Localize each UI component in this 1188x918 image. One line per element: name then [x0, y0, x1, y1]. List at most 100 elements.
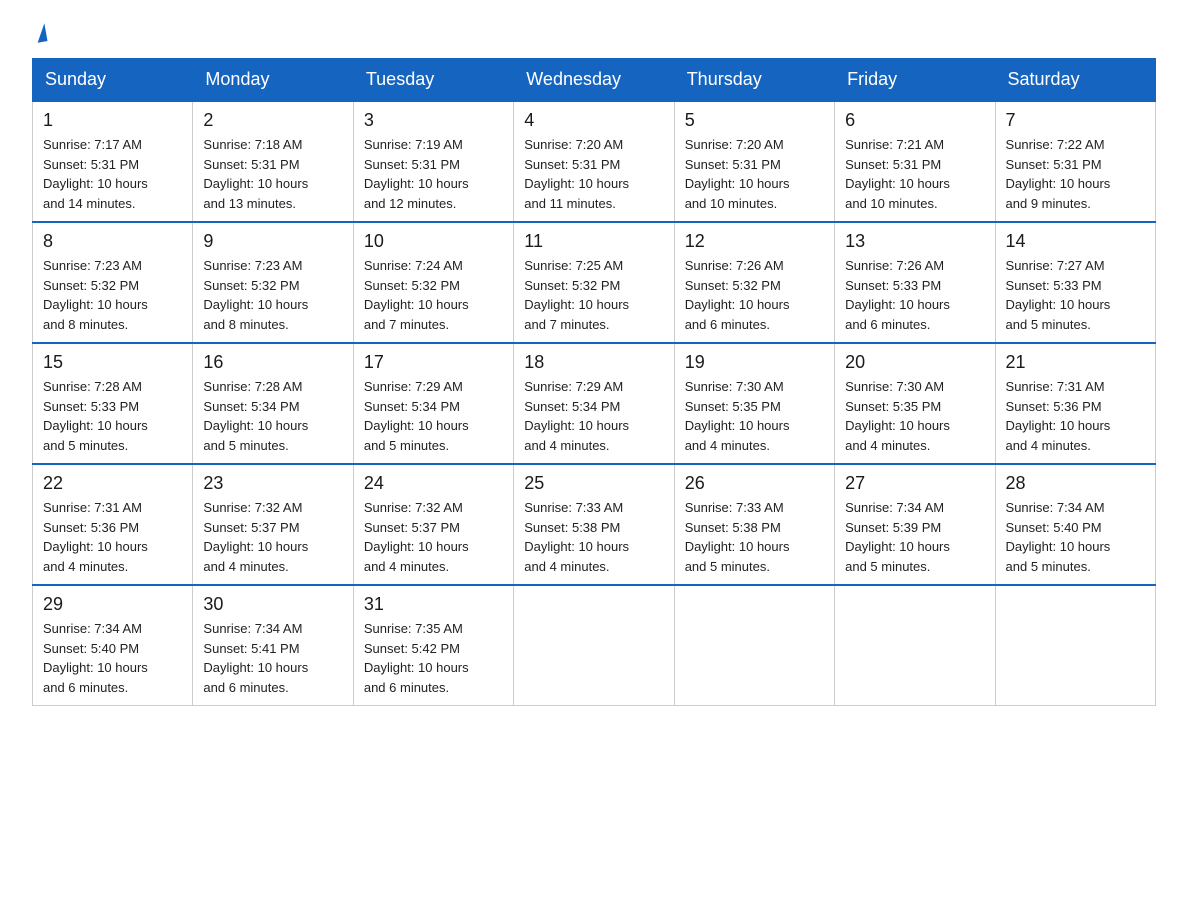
day-number: 8: [43, 231, 182, 252]
day-info: Sunrise: 7:34 AM Sunset: 5:41 PM Dayligh…: [203, 619, 342, 697]
day-number: 3: [364, 110, 503, 131]
day-info: Sunrise: 7:21 AM Sunset: 5:31 PM Dayligh…: [845, 135, 984, 213]
day-number: 28: [1006, 473, 1145, 494]
day-info: Sunrise: 7:17 AM Sunset: 5:31 PM Dayligh…: [43, 135, 182, 213]
weekday-header-saturday: Saturday: [995, 59, 1155, 102]
day-info: Sunrise: 7:30 AM Sunset: 5:35 PM Dayligh…: [845, 377, 984, 455]
day-info: Sunrise: 7:34 AM Sunset: 5:40 PM Dayligh…: [1006, 498, 1145, 576]
day-number: 29: [43, 594, 182, 615]
calendar-week-row: 22 Sunrise: 7:31 AM Sunset: 5:36 PM Dayl…: [33, 464, 1156, 585]
weekday-header-sunday: Sunday: [33, 59, 193, 102]
day-number: 30: [203, 594, 342, 615]
day-info: Sunrise: 7:23 AM Sunset: 5:32 PM Dayligh…: [43, 256, 182, 334]
calendar-cell: 30 Sunrise: 7:34 AM Sunset: 5:41 PM Dayl…: [193, 585, 353, 706]
day-info: Sunrise: 7:32 AM Sunset: 5:37 PM Dayligh…: [364, 498, 503, 576]
weekday-header-thursday: Thursday: [674, 59, 834, 102]
day-info: Sunrise: 7:28 AM Sunset: 5:34 PM Dayligh…: [203, 377, 342, 455]
calendar-cell: 6 Sunrise: 7:21 AM Sunset: 5:31 PM Dayli…: [835, 101, 995, 222]
day-info: Sunrise: 7:31 AM Sunset: 5:36 PM Dayligh…: [1006, 377, 1145, 455]
day-info: Sunrise: 7:31 AM Sunset: 5:36 PM Dayligh…: [43, 498, 182, 576]
day-info: Sunrise: 7:25 AM Sunset: 5:32 PM Dayligh…: [524, 256, 663, 334]
day-number: 2: [203, 110, 342, 131]
day-info: Sunrise: 7:28 AM Sunset: 5:33 PM Dayligh…: [43, 377, 182, 455]
calendar-cell: 23 Sunrise: 7:32 AM Sunset: 5:37 PM Dayl…: [193, 464, 353, 585]
calendar-cell: 20 Sunrise: 7:30 AM Sunset: 5:35 PM Dayl…: [835, 343, 995, 464]
calendar-cell: 13 Sunrise: 7:26 AM Sunset: 5:33 PM Dayl…: [835, 222, 995, 343]
calendar-cell: 5 Sunrise: 7:20 AM Sunset: 5:31 PM Dayli…: [674, 101, 834, 222]
weekday-header-monday: Monday: [193, 59, 353, 102]
day-info: Sunrise: 7:34 AM Sunset: 5:40 PM Dayligh…: [43, 619, 182, 697]
day-number: 21: [1006, 352, 1145, 373]
day-number: 25: [524, 473, 663, 494]
day-info: Sunrise: 7:34 AM Sunset: 5:39 PM Dayligh…: [845, 498, 984, 576]
calendar-cell: 4 Sunrise: 7:20 AM Sunset: 5:31 PM Dayli…: [514, 101, 674, 222]
day-info: Sunrise: 7:24 AM Sunset: 5:32 PM Dayligh…: [364, 256, 503, 334]
day-info: Sunrise: 7:23 AM Sunset: 5:32 PM Dayligh…: [203, 256, 342, 334]
day-info: Sunrise: 7:33 AM Sunset: 5:38 PM Dayligh…: [685, 498, 824, 576]
calendar-cell: 15 Sunrise: 7:28 AM Sunset: 5:33 PM Dayl…: [33, 343, 193, 464]
day-number: 14: [1006, 231, 1145, 252]
weekday-header-row: SundayMondayTuesdayWednesdayThursdayFrid…: [33, 59, 1156, 102]
calendar-cell: 22 Sunrise: 7:31 AM Sunset: 5:36 PM Dayl…: [33, 464, 193, 585]
logo: [32, 24, 46, 42]
calendar-cell: 19 Sunrise: 7:30 AM Sunset: 5:35 PM Dayl…: [674, 343, 834, 464]
calendar-cell: 1 Sunrise: 7:17 AM Sunset: 5:31 PM Dayli…: [33, 101, 193, 222]
calendar-cell: 18 Sunrise: 7:29 AM Sunset: 5:34 PM Dayl…: [514, 343, 674, 464]
calendar-cell: 28 Sunrise: 7:34 AM Sunset: 5:40 PM Dayl…: [995, 464, 1155, 585]
calendar-cell: 25 Sunrise: 7:33 AM Sunset: 5:38 PM Dayl…: [514, 464, 674, 585]
calendar-cell: 7 Sunrise: 7:22 AM Sunset: 5:31 PM Dayli…: [995, 101, 1155, 222]
calendar-cell: 14 Sunrise: 7:27 AM Sunset: 5:33 PM Dayl…: [995, 222, 1155, 343]
calendar-cell: 11 Sunrise: 7:25 AM Sunset: 5:32 PM Dayl…: [514, 222, 674, 343]
day-info: Sunrise: 7:29 AM Sunset: 5:34 PM Dayligh…: [364, 377, 503, 455]
day-number: 10: [364, 231, 503, 252]
day-number: 23: [203, 473, 342, 494]
weekday-header-tuesday: Tuesday: [353, 59, 513, 102]
day-number: 16: [203, 352, 342, 373]
calendar-week-row: 15 Sunrise: 7:28 AM Sunset: 5:33 PM Dayl…: [33, 343, 1156, 464]
day-number: 17: [364, 352, 503, 373]
calendar-cell: 31 Sunrise: 7:35 AM Sunset: 5:42 PM Dayl…: [353, 585, 513, 706]
calendar-cell: 16 Sunrise: 7:28 AM Sunset: 5:34 PM Dayl…: [193, 343, 353, 464]
calendar-cell: 2 Sunrise: 7:18 AM Sunset: 5:31 PM Dayli…: [193, 101, 353, 222]
day-number: 13: [845, 231, 984, 252]
day-info: Sunrise: 7:22 AM Sunset: 5:31 PM Dayligh…: [1006, 135, 1145, 213]
day-number: 20: [845, 352, 984, 373]
day-info: Sunrise: 7:19 AM Sunset: 5:31 PM Dayligh…: [364, 135, 503, 213]
day-number: 15: [43, 352, 182, 373]
calendar-cell: 26 Sunrise: 7:33 AM Sunset: 5:38 PM Dayl…: [674, 464, 834, 585]
day-info: Sunrise: 7:26 AM Sunset: 5:32 PM Dayligh…: [685, 256, 824, 334]
day-info: Sunrise: 7:18 AM Sunset: 5:31 PM Dayligh…: [203, 135, 342, 213]
calendar-cell: 24 Sunrise: 7:32 AM Sunset: 5:37 PM Dayl…: [353, 464, 513, 585]
calendar-cell: 29 Sunrise: 7:34 AM Sunset: 5:40 PM Dayl…: [33, 585, 193, 706]
day-info: Sunrise: 7:35 AM Sunset: 5:42 PM Dayligh…: [364, 619, 503, 697]
calendar-cell: [514, 585, 674, 706]
calendar-cell: 3 Sunrise: 7:19 AM Sunset: 5:31 PM Dayli…: [353, 101, 513, 222]
day-number: 1: [43, 110, 182, 131]
calendar-cell: 9 Sunrise: 7:23 AM Sunset: 5:32 PM Dayli…: [193, 222, 353, 343]
day-info: Sunrise: 7:26 AM Sunset: 5:33 PM Dayligh…: [845, 256, 984, 334]
day-info: Sunrise: 7:20 AM Sunset: 5:31 PM Dayligh…: [685, 135, 824, 213]
calendar-cell: 27 Sunrise: 7:34 AM Sunset: 5:39 PM Dayl…: [835, 464, 995, 585]
calendar-cell: 21 Sunrise: 7:31 AM Sunset: 5:36 PM Dayl…: [995, 343, 1155, 464]
day-number: 11: [524, 231, 663, 252]
day-number: 18: [524, 352, 663, 373]
calendar-week-row: 1 Sunrise: 7:17 AM Sunset: 5:31 PM Dayli…: [33, 101, 1156, 222]
day-number: 7: [1006, 110, 1145, 131]
day-info: Sunrise: 7:27 AM Sunset: 5:33 PM Dayligh…: [1006, 256, 1145, 334]
calendar-table: SundayMondayTuesdayWednesdayThursdayFrid…: [32, 58, 1156, 706]
day-number: 26: [685, 473, 824, 494]
day-number: 27: [845, 473, 984, 494]
calendar-cell: 10 Sunrise: 7:24 AM Sunset: 5:32 PM Dayl…: [353, 222, 513, 343]
day-number: 24: [364, 473, 503, 494]
weekday-header-friday: Friday: [835, 59, 995, 102]
day-info: Sunrise: 7:20 AM Sunset: 5:31 PM Dayligh…: [524, 135, 663, 213]
day-number: 12: [685, 231, 824, 252]
calendar-cell: 8 Sunrise: 7:23 AM Sunset: 5:32 PM Dayli…: [33, 222, 193, 343]
calendar-week-row: 8 Sunrise: 7:23 AM Sunset: 5:32 PM Dayli…: [33, 222, 1156, 343]
weekday-header-wednesday: Wednesday: [514, 59, 674, 102]
calendar-cell: [835, 585, 995, 706]
day-number: 31: [364, 594, 503, 615]
calendar-cell: 17 Sunrise: 7:29 AM Sunset: 5:34 PM Dayl…: [353, 343, 513, 464]
calendar-week-row: 29 Sunrise: 7:34 AM Sunset: 5:40 PM Dayl…: [33, 585, 1156, 706]
day-info: Sunrise: 7:33 AM Sunset: 5:38 PM Dayligh…: [524, 498, 663, 576]
